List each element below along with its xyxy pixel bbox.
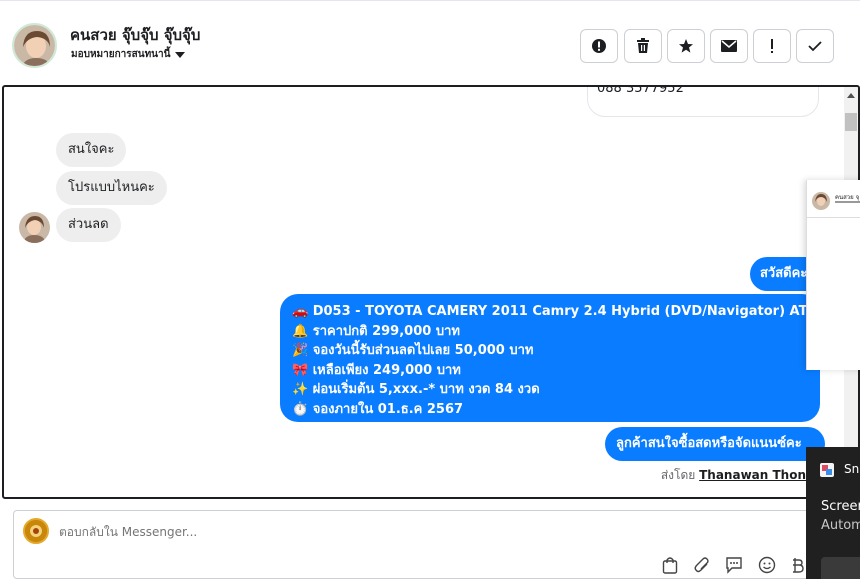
scroll-up-arrow-icon[interactable] [847, 93, 855, 98]
incoming-message: โปรแบบไหนคะ [56, 171, 167, 205]
shopping-bag-button[interactable] [660, 555, 680, 575]
envelope-icon [721, 40, 737, 52]
exclamation-icon [771, 39, 773, 53]
star-button[interactable] [667, 29, 705, 63]
paperclip-icon [694, 557, 709, 573]
mark-done-button[interactable] [796, 29, 834, 63]
trash-icon [637, 38, 649, 53]
sent-by-label: ส่งโดย Thanawan Thon [661, 466, 806, 485]
saved-replies-button[interactable] [724, 555, 744, 575]
notification-app-title: Sni [844, 462, 860, 476]
incoming-message: ส่วนลด [56, 208, 121, 242]
chat-popup-subtitle [835, 201, 860, 203]
sender-name-link[interactable]: Thanawan Thon [699, 468, 806, 482]
snip-app-icon [820, 463, 834, 477]
customer-name: คนสวย จุ๊บจุ๊บ จุ๊บจุ๊บ [70, 26, 201, 44]
page-avatar [23, 518, 49, 544]
outgoing-message: ลูกค้าสนใจซื้อสดหรือจัดแนนซ์คะ [605, 427, 825, 461]
chat-popup-window[interactable]: คนสวย จุ [806, 180, 860, 370]
offer-line: 🎉 จองวันนี้รับส่วนลดไปเลย 50,000 บาท [292, 343, 534, 358]
reply-composer [13, 510, 860, 579]
attach-button[interactable] [692, 555, 712, 575]
offer-line: ⏱️ จองภายใน 01.ธ.ค 2567 [292, 401, 464, 417]
check-icon [808, 41, 822, 52]
message-thread[interactable]: 088 3577952 สนใจคะ โปรแบบไหนคะ ส่วนลด สว… [2, 85, 860, 499]
offer-line: ✨ ผ่อนเริ่มต้น 5,xxx.-* บาท งวด 84 งวด [292, 382, 540, 397]
emoji-button[interactable] [757, 555, 777, 575]
delete-button[interactable] [624, 29, 662, 63]
smiley-icon [758, 556, 776, 574]
follow-up-button[interactable] [753, 29, 791, 63]
offer-line: 🎀 เหลือเพียง 249,000 บาท [292, 362, 461, 378]
assign-conversation-dropdown[interactable]: มอบหมายการสนทนานี้ [71, 47, 186, 62]
messenger-inbox-page: คนสวย จุ๊บจุ๊บ จุ๊บจุ๊บ มอบหมายการสนทนาน… [0, 0, 860, 579]
scroll-thumb[interactable] [845, 113, 857, 131]
payment-button[interactable] [788, 555, 808, 575]
alert-circle-icon [592, 39, 606, 53]
star-icon [679, 39, 693, 53]
chat-popup-header[interactable]: คนสวย จุ [807, 180, 860, 218]
notification-line-2: Autom [821, 518, 860, 533]
conversation-header: คนสวย จุ๊บจุ๊บ จุ๊บจุ๊บ มอบหมายการสนทนาน… [0, 0, 860, 84]
outgoing-offer-message: 🚗 D053 - TOYOTA CAMERY 2011 Camry 2.4 Hy… [280, 294, 820, 422]
assign-label: มอบหมายการสนทนานี้ [71, 49, 171, 60]
offer-line: 🔔 ราคาปกติ 299,000 บาท [292, 323, 460, 339]
notification-line-1: Screen [821, 499, 860, 514]
chevron-down-icon [175, 51, 186, 58]
snip-notification-toast[interactable]: Sni Screen Autom [806, 447, 860, 579]
chat-bubble-icon [726, 557, 742, 574]
mark-spam-button[interactable] [580, 29, 618, 63]
reply-input[interactable] [59, 525, 759, 539]
notification-action-button[interactable] [821, 557, 860, 579]
customer-avatar[interactable] [12, 23, 57, 68]
sent-by-prefix: ส่งโดย [660, 468, 696, 482]
incoming-message: สนใจคะ [56, 133, 127, 167]
chat-popup-avatar [812, 192, 830, 210]
previous-message-text: 088 3577952 [597, 85, 684, 96]
offer-line: 🚗 D053 - TOYOTA CAMERY 2011 Camry 2.4 Hy… [292, 304, 820, 319]
shopping-bag-icon [662, 557, 678, 574]
baht-icon [793, 558, 804, 573]
mark-unread-button[interactable] [710, 29, 748, 63]
sender-avatar [19, 212, 50, 243]
